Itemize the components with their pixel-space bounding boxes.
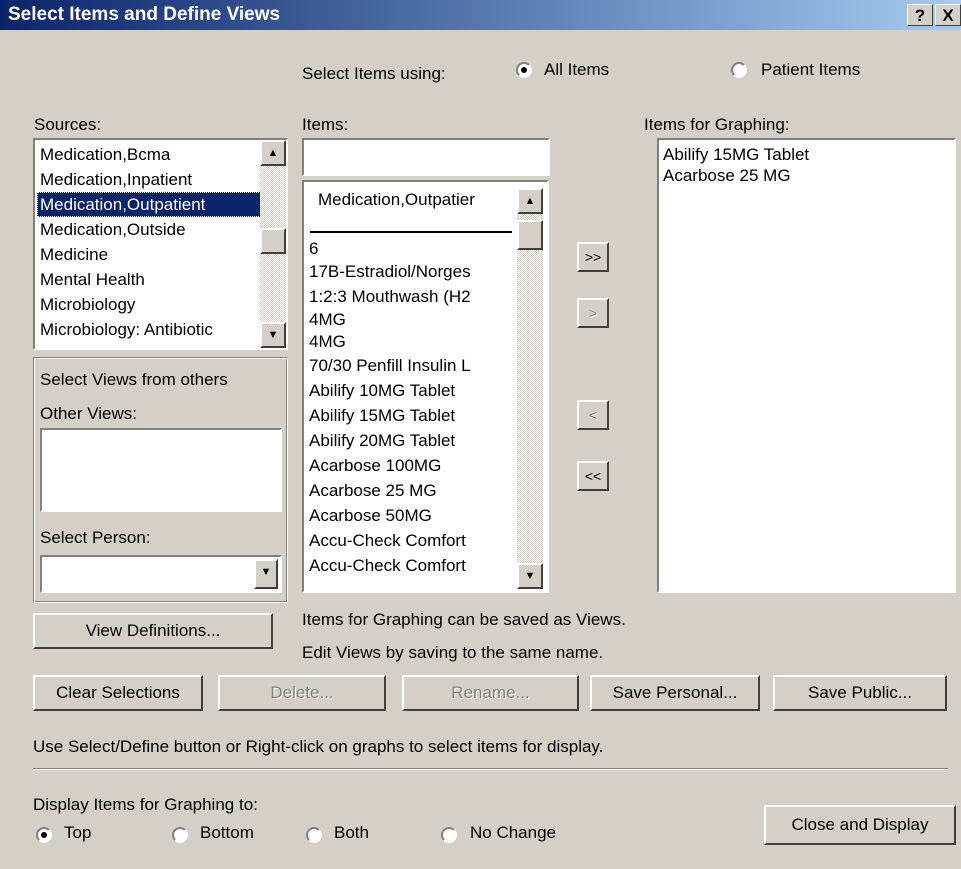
item-entry[interactable]: 4MG: [306, 309, 521, 331]
items-list-header: Medication,Outpatier: [318, 190, 475, 209]
views-group-label: Select Views from others: [40, 370, 228, 389]
both-radio[interactable]: [306, 827, 322, 843]
chevron-down-icon[interactable]: ▼: [254, 559, 278, 589]
items-label: Items:: [302, 115, 349, 134]
separator: [33, 768, 948, 770]
select-items-using-label: Select Items using:: [302, 64, 446, 83]
items-list-separator: [310, 231, 512, 233]
no-change-radio[interactable]: [441, 827, 457, 843]
all-items-label: All Items: [544, 60, 610, 79]
source-item[interactable]: Microbiology: [37, 292, 263, 317]
help-button[interactable]: ?: [907, 4, 933, 26]
items-list[interactable]: Medication,Outpatier 6 17B-Estradiol/Nor…: [302, 180, 549, 593]
items-entries: 6 17B-Estradiol/Norges 1:2:3 Mouthwash (…: [306, 238, 521, 578]
title-bar: Select Items and Define Views ? X: [0, 0, 961, 30]
item-entry[interactable]: Acarbose 50MG: [306, 503, 521, 528]
source-item[interactable]: Medication,Bcma: [37, 142, 263, 167]
item-entry[interactable]: Accu-Check Comfort: [306, 528, 521, 553]
hint-text: Use Select/Define button or Right-click …: [33, 737, 604, 756]
view-definitions-button[interactable]: View Definitions...: [33, 613, 273, 649]
item-entry[interactable]: Abilify 20MG Tablet: [306, 428, 521, 453]
items-scrollbar[interactable]: ▲ ▼: [517, 188, 543, 589]
source-item[interactable]: Microbiology: Antibiotic: [37, 317, 263, 342]
remove-all-button[interactable]: <<: [577, 461, 609, 491]
items-for-graphing-list[interactable]: Abilify 15MG Tablet Acarbose 25 MG: [657, 138, 956, 593]
other-views-label: Other Views:: [40, 404, 138, 423]
source-item-selected[interactable]: Medication,Outpatient: [37, 192, 263, 217]
top-label: Top: [64, 823, 92, 842]
scroll-up-icon[interactable]: ▲: [517, 188, 543, 214]
info-line-1: Items for Graphing can be saved as Views…: [302, 610, 626, 629]
scroll-thumb[interactable]: [260, 228, 286, 254]
close-and-display-button[interactable]: Close and Display: [764, 805, 956, 845]
sources-items: Medication,Bcma Medication,Inpatient Med…: [37, 142, 263, 342]
graphing-item[interactable]: Acarbose 25 MG: [663, 165, 809, 186]
item-entry[interactable]: 1:2:3 Mouthwash (H2: [306, 284, 521, 309]
clear-selections-button[interactable]: Clear Selections: [33, 675, 203, 711]
item-entry[interactable]: 6: [306, 238, 521, 259]
item-entry[interactable]: Acarbose 25 MG: [306, 478, 521, 503]
source-item[interactable]: Medication,Inpatient: [37, 167, 263, 192]
radio-dot-icon: [521, 67, 527, 73]
patient-items-radio[interactable]: [731, 62, 747, 78]
item-entry[interactable]: Accu-Check Comfort: [306, 553, 521, 578]
delete-button[interactable]: Delete...: [218, 675, 386, 711]
info-line-2: Edit Views by saving to the same name.: [302, 643, 604, 662]
no-change-label: No Change: [470, 823, 557, 842]
sources-label: Sources:: [34, 115, 102, 134]
scroll-thumb[interactable]: [517, 220, 543, 250]
graphing-items: Abilify 15MG Tablet Acarbose 25 MG: [663, 144, 809, 186]
add-button[interactable]: >: [577, 298, 609, 328]
both-label: Both: [334, 823, 369, 842]
add-all-button[interactable]: >>: [577, 242, 609, 272]
sources-list[interactable]: Medication,Bcma Medication,Inpatient Med…: [33, 138, 288, 350]
save-personal-button[interactable]: Save Personal...: [590, 675, 760, 711]
bottom-radio[interactable]: [172, 827, 188, 843]
display-to-label: Display Items for Graphing to:: [33, 795, 258, 814]
patient-items-label: Patient Items: [761, 60, 861, 79]
item-entry[interactable]: Abilify 15MG Tablet: [306, 403, 521, 428]
items-search-input[interactable]: [302, 138, 550, 176]
item-entry[interactable]: 17B-Estradiol/Norges: [306, 259, 521, 284]
graphing-item[interactable]: Abilify 15MG Tablet: [663, 144, 809, 165]
all-items-radio[interactable]: [516, 62, 532, 78]
save-public-button[interactable]: Save Public...: [773, 675, 947, 711]
source-item[interactable]: Medicine: [37, 242, 263, 267]
item-entry[interactable]: 4MG: [306, 331, 521, 353]
source-item[interactable]: Mental Health: [37, 267, 263, 292]
top-radio[interactable]: [36, 827, 52, 843]
source-item[interactable]: Medication,Outside: [37, 217, 263, 242]
bottom-label: Bottom: [200, 823, 254, 842]
items-for-graphing-label: Items for Graphing:: [644, 115, 790, 134]
radio-dot-icon: [41, 832, 47, 838]
scroll-down-icon[interactable]: ▼: [517, 563, 543, 589]
other-views-list[interactable]: [40, 428, 282, 512]
rename-button[interactable]: Rename...: [402, 675, 579, 711]
sources-scrollbar[interactable]: ▲ ▼: [260, 140, 286, 348]
select-person-label: Select Person:: [40, 528, 151, 547]
item-entry[interactable]: Abilify 10MG Tablet: [306, 378, 521, 403]
remove-button[interactable]: <: [577, 400, 609, 430]
scroll-up-icon[interactable]: ▲: [260, 140, 286, 166]
close-button[interactable]: X: [935, 4, 961, 26]
item-entry[interactable]: Acarbose 100MG: [306, 453, 521, 478]
item-entry[interactable]: 70/30 Penfill Insulin L: [306, 353, 521, 378]
window-title: Select Items and Define Views: [8, 4, 281, 25]
scroll-down-icon[interactable]: ▼: [260, 322, 286, 348]
select-person-combo[interactable]: ▼: [40, 555, 282, 593]
